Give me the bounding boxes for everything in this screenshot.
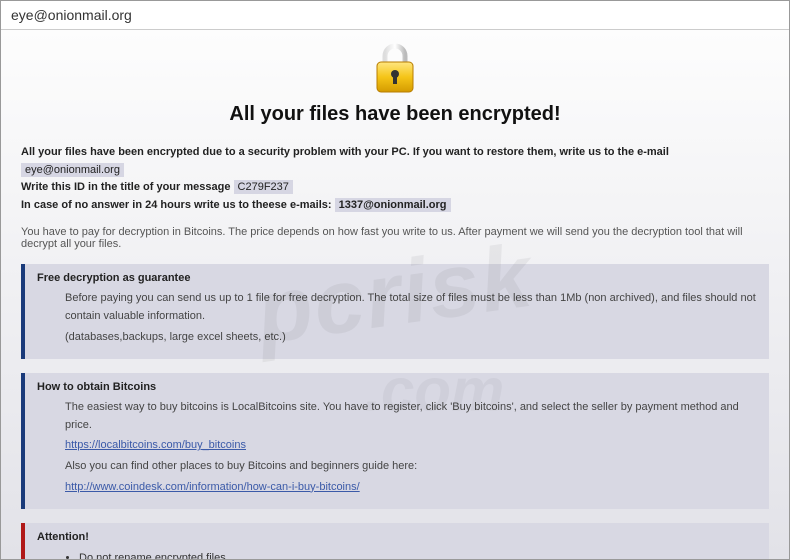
intro-line1: All your files have been encrypted due t… [21,146,669,158]
free-decryption-title: Free decryption as guarantee [37,272,757,284]
app-window: eye@onionmail.org pcrisk .com [0,0,790,560]
free-decryption-text-1: Before paying you can send us up to 1 fi… [65,290,757,325]
contact-email-1: eye@onionmail.org [21,163,124,177]
payment-note: You have to pay for decryption in Bitcoi… [21,226,769,250]
obtain-bitcoins-body: The easiest way to buy bitcoins is Local… [37,399,757,496]
intro-line2: Write this ID in the title of your messa… [21,181,234,193]
window-title: eye@onionmail.org [11,7,132,23]
intro-line3: In case of no answer in 24 hours write u… [21,199,335,211]
btc-link-1[interactable]: https://localbitcoins.com/buy_bitcoins [65,439,246,451]
window-titlebar: eye@onionmail.org [1,1,789,30]
intro-block: All your files have been encrypted due t… [21,144,769,214]
btc-text-2: Also you can find other places to buy Bi… [65,458,757,476]
attention-list: Do not rename encrypted files. Do not tr… [37,549,757,559]
attention-item-1: Do not rename encrypted files. [79,549,757,559]
obtain-bitcoins-box: How to obtain Bitcoins The easiest way t… [21,373,769,509]
contact-email-2: 1337@onionmail.org [335,198,451,212]
btc-text-1: The easiest way to buy bitcoins is Local… [65,399,757,434]
lock-container [21,42,769,99]
main-heading: All your files have been encrypted! [21,103,769,126]
free-decryption-box: Free decryption as guarantee Before payi… [21,264,769,359]
attention-box: Attention! Do not rename encrypted files… [21,523,769,559]
btc-link-2[interactable]: http://www.coindesk.com/information/how-… [65,481,360,493]
attention-title: Attention! [37,531,757,543]
free-decryption-body: Before paying you can send us up to 1 fi… [37,290,757,346]
lock-icon [371,42,419,99]
victim-id: C279F237 [234,180,293,194]
free-decryption-text-2: (databases,backups, large excel sheets, … [65,329,757,347]
obtain-bitcoins-title: How to obtain Bitcoins [37,381,757,393]
content-area: pcrisk .com [1,30,789,559]
